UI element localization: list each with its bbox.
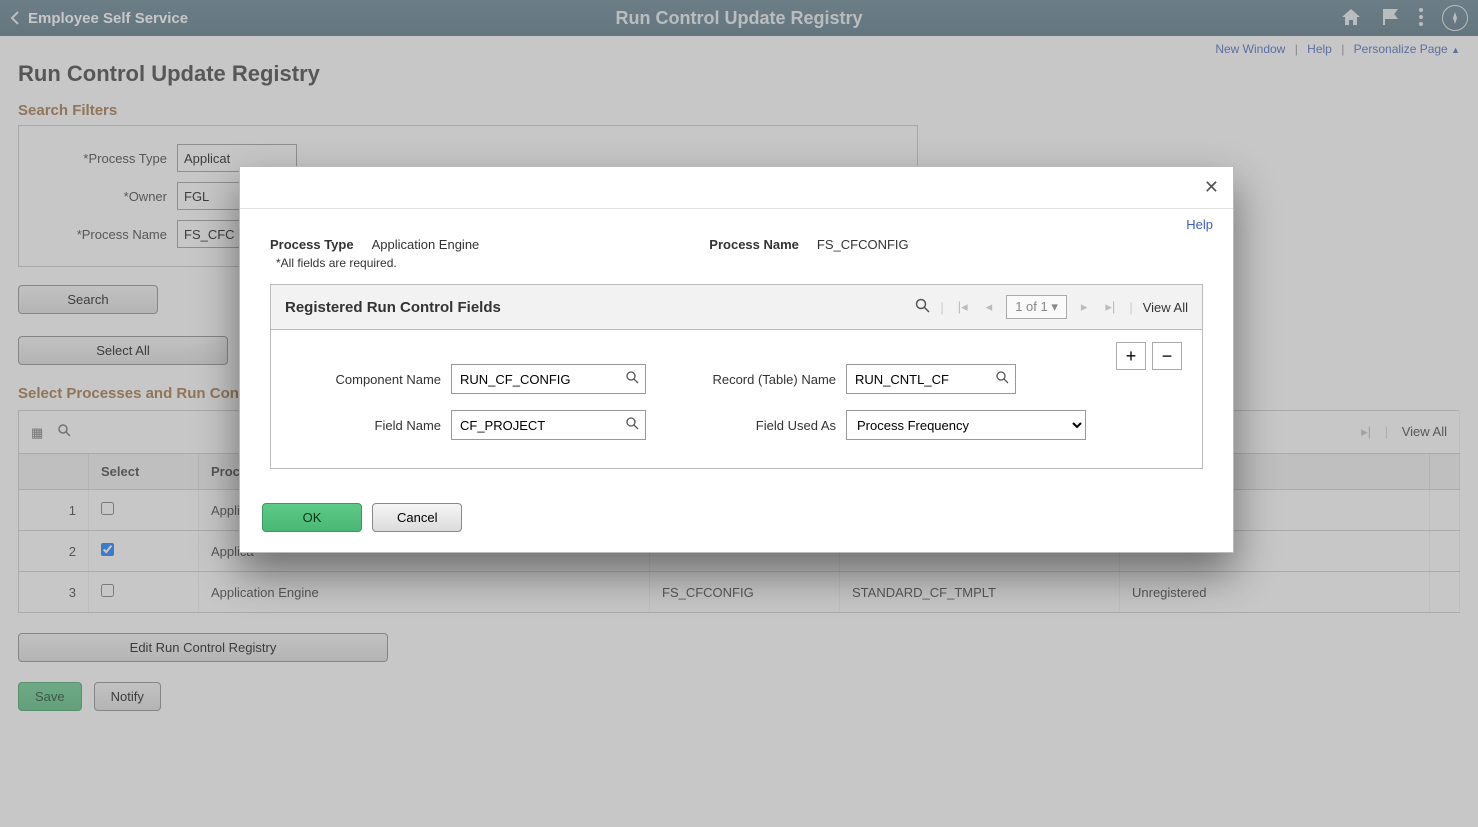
registered-fields-grid: Registered Run Control Fields | |◂ ◂ 1 o… (270, 284, 1203, 469)
next-icon[interactable]: ▸ (1077, 299, 1092, 315)
view-all-link[interactable]: View All (1143, 300, 1188, 315)
record-name-input[interactable] (847, 372, 989, 387)
last-icon[interactable]: ▸| (1101, 299, 1119, 315)
modal-help-link[interactable]: Help (1186, 217, 1213, 232)
field-name-label: Field Name (291, 418, 441, 433)
add-row-button[interactable]: + (1116, 342, 1146, 370)
grid-find-icon[interactable] (915, 298, 930, 316)
first-icon[interactable]: |◂ (954, 299, 972, 315)
close-icon[interactable]: ✕ (1204, 177, 1219, 198)
row-counter[interactable]: 1 of 1 ▾ (1006, 295, 1067, 319)
lookup-icon[interactable] (989, 371, 1015, 387)
grid-title: Registered Run Control Fields (285, 299, 501, 316)
modal-process-name-value: FS_CFCONFIG (817, 237, 909, 252)
record-name-label: Record (Table) Name (676, 372, 836, 387)
modal-dialog: ✕ Help Process Type Application Engine P… (239, 166, 1234, 553)
modal-process-type-label: Process Type (270, 237, 354, 252)
cancel-button[interactable]: Cancel (372, 503, 462, 532)
modal-process-type-value: Application Engine (372, 237, 480, 252)
prev-icon[interactable]: ◂ (982, 299, 997, 315)
required-note: *All fields are required. (276, 256, 1203, 270)
lookup-icon[interactable] (619, 371, 645, 387)
field-used-as-label: Field Used As (676, 418, 836, 433)
modal-process-name-label: Process Name (709, 237, 799, 252)
delete-row-button[interactable]: − (1152, 342, 1182, 370)
lookup-icon[interactable] (619, 417, 645, 433)
field-name-input[interactable] (452, 418, 619, 433)
field-used-as-select[interactable]: Process Frequency (846, 410, 1086, 440)
ok-button[interactable]: OK (262, 503, 362, 532)
component-name-input[interactable] (452, 372, 619, 387)
component-name-label: Component Name (291, 372, 441, 387)
